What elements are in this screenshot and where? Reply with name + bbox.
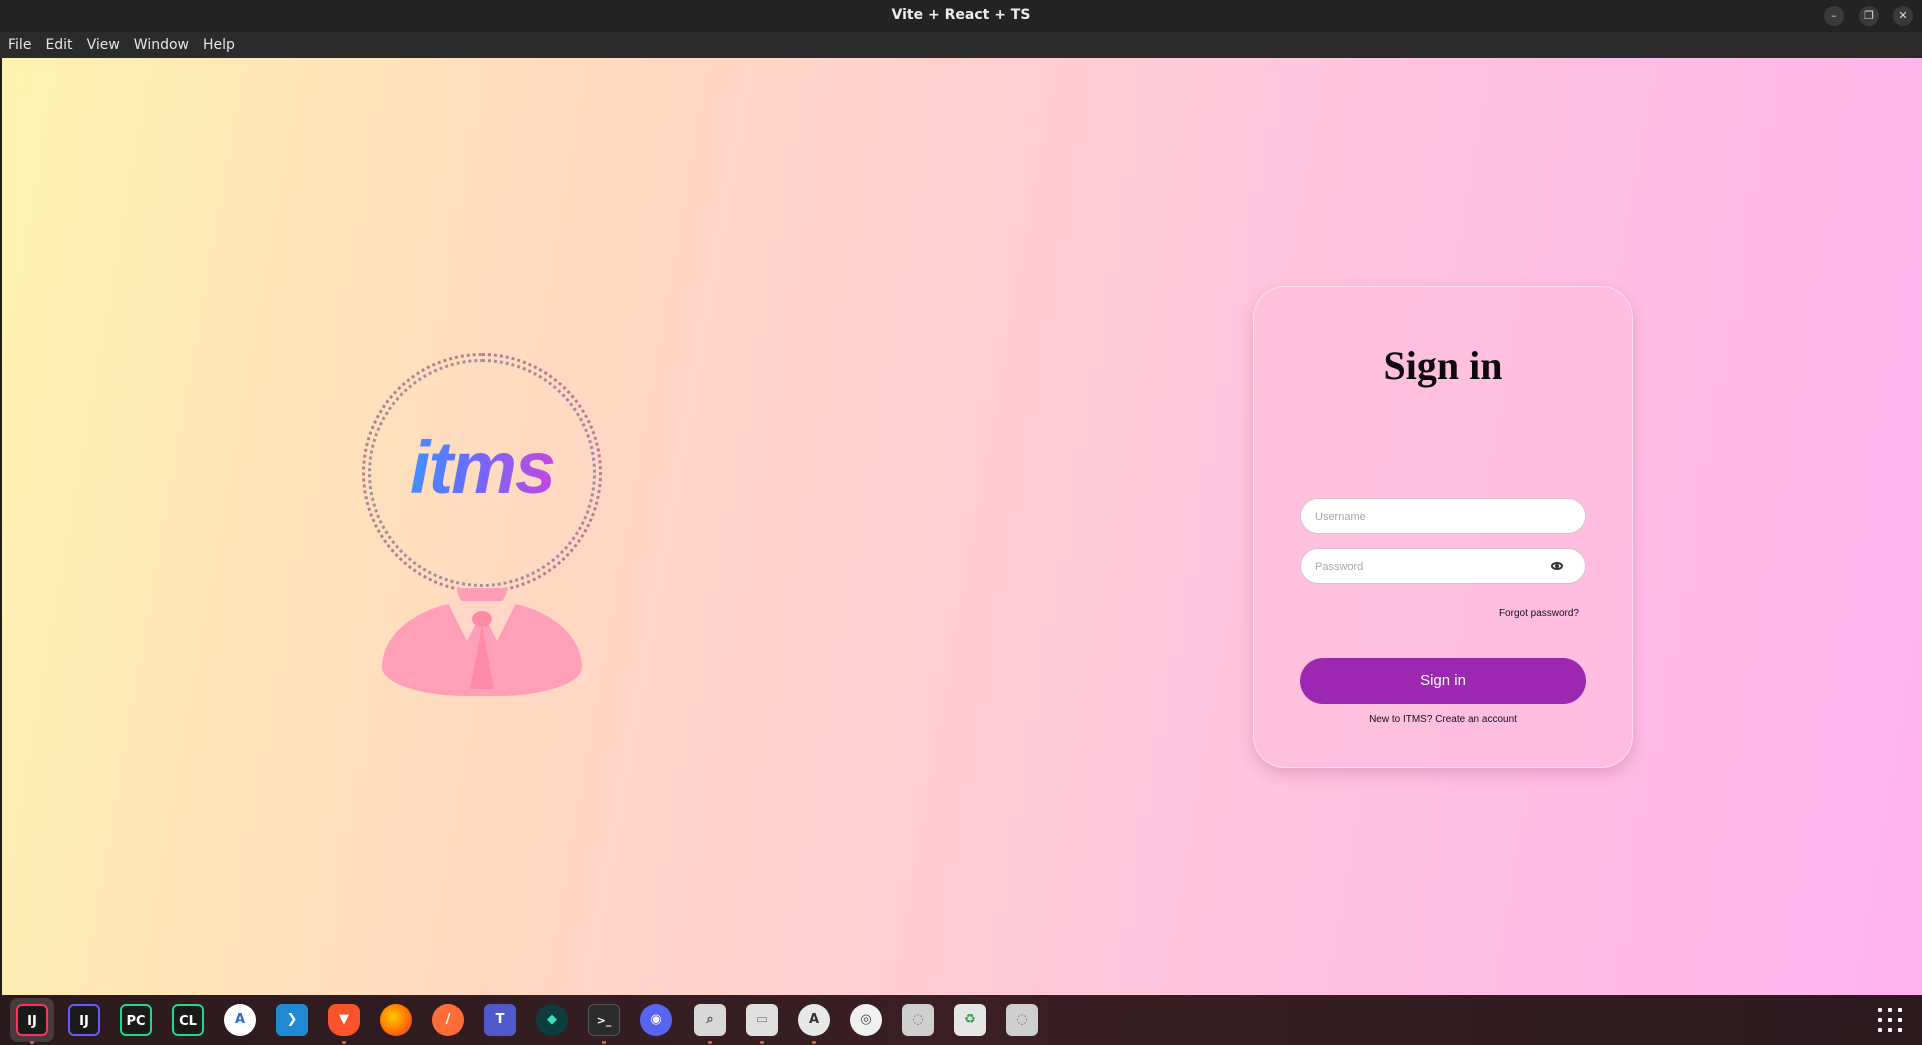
menu-view[interactable]: View [81, 32, 126, 58]
brave-icon[interactable]: ▼ [328, 1004, 360, 1036]
menu-help[interactable]: Help [197, 32, 241, 58]
drive-icon[interactable]: ◌ [902, 1004, 934, 1036]
forgot-password-link[interactable]: Forgot password? [1499, 608, 1579, 619]
drive-2-icon[interactable]: ◌ [1006, 1004, 1038, 1036]
sign-in-button[interactable]: Sign in [1300, 658, 1586, 704]
running-indicator [342, 1041, 346, 1044]
itms-logo: itms [352, 425, 612, 510]
running-indicator [30, 1041, 34, 1044]
minimize-button[interactable]: – [1824, 6, 1844, 26]
pycharm-icon[interactable]: PC [120, 1004, 152, 1036]
running-indicator [708, 1041, 712, 1044]
gitkraken-icon[interactable]: ◆ [536, 1004, 568, 1036]
app-store-icon[interactable]: A [224, 1004, 256, 1036]
running-indicator [812, 1041, 816, 1044]
intellij-community-label: IJ [79, 1014, 89, 1029]
running-indicator [602, 1041, 606, 1044]
show-applications-icon[interactable] [1878, 1008, 1902, 1032]
intellij-idea-community-icon[interactable]: IJ [68, 1004, 100, 1036]
menu-bar: File Edit View Window Help [0, 32, 1922, 58]
password-input[interactable] [1313, 549, 1557, 585]
sign-in-card: Sign in Welcome back! Forgot password? S… [1253, 286, 1633, 768]
firefox-icon[interactable] [380, 1004, 412, 1036]
teams-icon[interactable]: T [484, 1004, 516, 1036]
title-bar: Vite + React + TS – ❐ ✕ [0, 0, 1922, 32]
menu-file[interactable]: File [2, 32, 37, 58]
postman-icon[interactable]: / [432, 1004, 464, 1036]
taskbar: IJ IJ PC CL A ❯ ▼ / T ◆ >_ ◉ ⌕ ▭ A ◎ ◌ ♻… [0, 995, 1922, 1045]
close-button[interactable]: ✕ [1893, 6, 1913, 26]
pycharm-label: PC [126, 1014, 146, 1029]
create-account-link[interactable]: New to ITMS? Create an account [1253, 714, 1633, 725]
running-indicator [760, 1041, 764, 1044]
disc-icon[interactable]: ◎ [850, 1004, 882, 1036]
files-icon[interactable]: ▭ [746, 1004, 778, 1036]
menu-edit[interactable]: Edit [39, 32, 78, 58]
trash-icon[interactable]: ♻ [954, 1004, 986, 1036]
clion-icon[interactable]: CL [172, 1004, 204, 1036]
window-title: Vite + React + TS [891, 7, 1031, 23]
login-page: itms Sign in Welcome back! Forgot passwo… [2, 58, 1922, 995]
intellij-label: IJ [27, 1014, 37, 1029]
vscode-icon[interactable]: ❯ [276, 1004, 308, 1036]
show-password-eye-icon[interactable] [1551, 562, 1563, 570]
password-field[interactable] [1300, 548, 1586, 585]
username-field[interactable] [1300, 498, 1586, 535]
tie [470, 625, 494, 689]
menu-window[interactable]: Window [128, 32, 195, 58]
image-viewer-icon[interactable]: ⌕ [694, 1004, 726, 1036]
maximize-button[interactable]: ❐ [1859, 6, 1879, 26]
sign-in-heading: Sign in [1383, 343, 1503, 388]
software-updater-icon[interactable]: A [798, 1004, 830, 1036]
discord-icon[interactable]: ◉ [640, 1004, 672, 1036]
intellij-idea-icon[interactable]: IJ [16, 1004, 48, 1036]
itms-avatar-illustration: itms [352, 353, 612, 713]
terminal-icon[interactable]: >_ [588, 1004, 620, 1036]
clion-label: CL [179, 1014, 197, 1029]
username-input[interactable] [1313, 499, 1557, 535]
